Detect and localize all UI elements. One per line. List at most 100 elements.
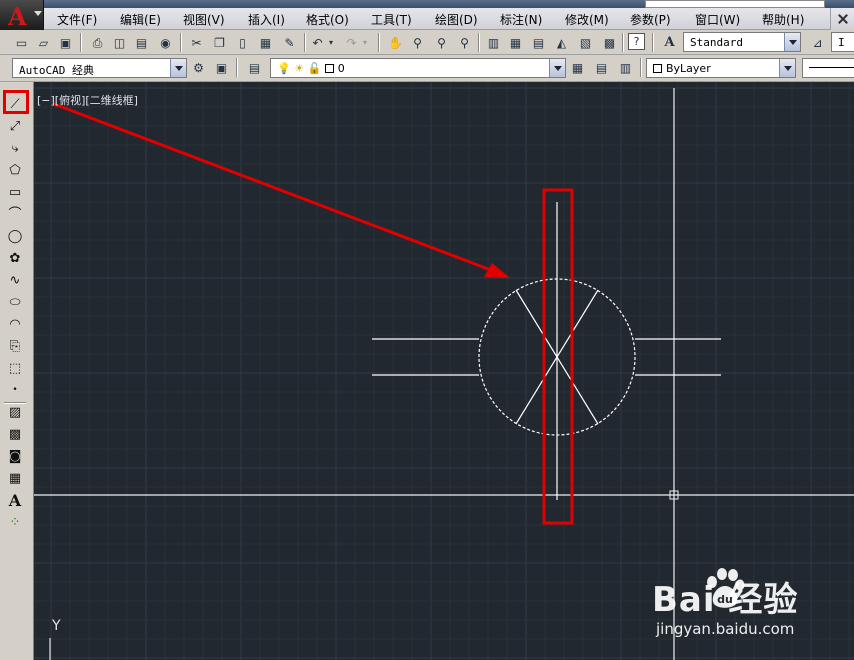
menu-tools[interactable]: 工具(T) bbox=[371, 11, 412, 28]
redo-icon[interactable]: ↷ bbox=[342, 33, 361, 52]
layer-state-icon[interactable]: ▥ bbox=[616, 58, 635, 77]
cut-icon[interactable]: ✂ bbox=[187, 33, 206, 52]
new-file-icon[interactable]: ▭ bbox=[12, 33, 31, 52]
layer-freeze-icon: ☀ bbox=[294, 62, 305, 75]
arc-icon[interactable]: ⌒ bbox=[5, 204, 25, 224]
rectangle-icon[interactable]: ▭ bbox=[5, 182, 25, 202]
point-icon[interactable]: • bbox=[5, 380, 25, 400]
text-style-select[interactable]: Standard bbox=[683, 32, 801, 52]
workspace-value: AutoCAD 经典 bbox=[19, 64, 94, 77]
menu-help[interactable]: 帮助(H) bbox=[762, 11, 804, 28]
menu-draw[interactable]: 绘图(D) bbox=[435, 11, 478, 28]
layer-properties-icon[interactable]: ▤ bbox=[245, 58, 264, 77]
circle-icon[interactable]: ◯ bbox=[5, 226, 25, 246]
menu-dimension[interactable]: 标注(N) bbox=[500, 11, 542, 28]
print-preview-icon[interactable]: ◫ bbox=[110, 33, 129, 52]
chevron-down-icon[interactable] bbox=[170, 59, 186, 77]
region-icon[interactable]: ◙ bbox=[5, 446, 25, 466]
polygon-icon[interactable]: ⬠ bbox=[5, 160, 25, 180]
zoom-previous-icon[interactable]: ⚲ bbox=[455, 33, 474, 52]
paste-icon[interactable]: ▯ bbox=[233, 33, 252, 52]
toolbar-separator bbox=[640, 58, 642, 77]
color-swatch bbox=[653, 64, 662, 73]
drawn-symbol[interactable] bbox=[372, 202, 721, 500]
search-input[interactable] bbox=[645, 0, 825, 8]
design-center-icon[interactable]: ▦ bbox=[506, 33, 525, 52]
chevron-down-icon[interactable] bbox=[784, 33, 800, 51]
copy-icon[interactable]: ❐ bbox=[210, 33, 229, 52]
toolbar-separator bbox=[236, 58, 238, 77]
zoom-window-icon[interactable]: ⚲ bbox=[432, 33, 451, 52]
revision-cloud-icon[interactable]: ✿ bbox=[5, 248, 25, 268]
menu-bar: 文件(F) 编辑(E) 视图(V) 插入(I) 格式(O) 工具(T) 绘图(D… bbox=[0, 8, 854, 30]
workspace-save-icon[interactable]: ▣ bbox=[212, 58, 231, 77]
autocad-logo-icon: A bbox=[8, 2, 27, 31]
multiline-text-icon[interactable]: A bbox=[5, 490, 25, 510]
print-icon[interactable]: ⎙ bbox=[88, 33, 107, 52]
make-block-icon[interactable]: ⬚ bbox=[5, 358, 25, 378]
construction-line-icon[interactable]: ⤢ bbox=[5, 116, 25, 136]
match-properties-icon[interactable]: ▦ bbox=[256, 33, 275, 52]
current-layer-value: 0 bbox=[337, 62, 345, 75]
table-icon[interactable]: ▦ bbox=[5, 468, 25, 488]
properties-icon[interactable]: ▥ bbox=[484, 33, 503, 52]
toolbar-separator bbox=[80, 33, 82, 52]
tool-palettes-icon[interactable]: ▤ bbox=[529, 33, 548, 52]
markup-icon[interactable]: ▧ bbox=[576, 33, 595, 52]
menu-modify[interactable]: 修改(M) bbox=[565, 11, 609, 28]
add-selected-icon[interactable]: ⁘ bbox=[5, 512, 25, 532]
sheet-set-icon[interactable]: ◭ bbox=[552, 33, 571, 52]
standard-toolbar: ▭ ▱ ▣ ⎙ ◫ ▤ ◉ ✂ ❐ ▯ ▦ ✎ ↶ ▾ ↷ ▾ ✋ ⚲ ⚲ ⚲ … bbox=[0, 30, 854, 55]
layer-on-icon: 💡 bbox=[277, 62, 291, 75]
pan-icon[interactable]: ✋ bbox=[386, 33, 405, 52]
layer-previous-icon[interactable]: ▤ bbox=[592, 58, 611, 77]
chevron-down-icon[interactable] bbox=[779, 59, 795, 77]
baidu-watermark: Bai 经验 du jingyan.baidu.com bbox=[652, 568, 852, 652]
menu-insert[interactable]: 插入(I) bbox=[248, 11, 285, 28]
menu-format[interactable]: 格式(O) bbox=[306, 11, 349, 28]
ellipse-arc-icon[interactable]: ◠ bbox=[5, 314, 25, 334]
menu-edit[interactable]: 编辑(E) bbox=[120, 11, 161, 28]
polyline-icon[interactable]: ⤷ bbox=[5, 138, 25, 158]
help-icon[interactable]: ? bbox=[628, 33, 645, 50]
calculator-icon[interactable]: ▩ bbox=[600, 33, 619, 52]
viewport-controls-label[interactable]: [−][俯视][二维线框] bbox=[37, 92, 138, 108]
undo-icon[interactable]: ↶ bbox=[308, 33, 327, 52]
menu-view[interactable]: 视图(V) bbox=[183, 11, 225, 28]
close-button[interactable] bbox=[830, 8, 854, 30]
publish-icon[interactable]: ▤ bbox=[132, 33, 151, 52]
gradient-icon[interactable]: ▩ bbox=[5, 424, 25, 444]
menu-file[interactable]: 文件(F) bbox=[57, 11, 97, 28]
color-select[interactable]: ByLayer bbox=[646, 58, 796, 78]
undo-dropdown-icon[interactable]: ▾ bbox=[326, 33, 336, 52]
hatch-icon[interactable]: ▨ bbox=[5, 402, 25, 422]
toolbar-separator bbox=[304, 33, 306, 52]
line-tool-highlight-box bbox=[3, 90, 29, 114]
save-icon[interactable]: ▣ bbox=[56, 33, 75, 52]
drawing-area[interactable]: [−][俯视][二维线框] Y Bai 经验 du jingyan.baidu.… bbox=[34, 82, 854, 660]
block-editor-icon[interactable]: ✎ bbox=[280, 33, 299, 52]
chevron-down-icon[interactable] bbox=[549, 59, 565, 77]
watermark-url: jingyan.baidu.com bbox=[656, 620, 795, 638]
linetype-select[interactable] bbox=[802, 58, 854, 78]
layer-lock-icon: 🔓 bbox=[307, 62, 322, 75]
workspace-select[interactable]: AutoCAD 经典 bbox=[12, 58, 187, 78]
toolbar-separator bbox=[622, 33, 624, 52]
insert-block-icon[interactable]: ⎘ bbox=[5, 336, 25, 356]
open-file-icon[interactable]: ▱ bbox=[34, 33, 53, 52]
3d-dwf-icon[interactable]: ◉ bbox=[156, 33, 175, 52]
toolbar-separator bbox=[478, 33, 480, 52]
menu-parametric[interactable]: 参数(P) bbox=[630, 11, 671, 28]
zoom-realtime-icon[interactable]: ⚲ bbox=[408, 33, 427, 52]
toolbar-separator bbox=[180, 33, 182, 52]
ellipse-icon[interactable]: ⬭ bbox=[5, 292, 25, 312]
redo-dropdown-icon[interactable]: ▾ bbox=[360, 33, 370, 52]
layer-select[interactable]: 💡 ☀ 🔓 0 bbox=[270, 58, 566, 78]
dimension-style-select[interactable]: I bbox=[831, 32, 854, 52]
workspace-settings-icon[interactable]: ⚙ bbox=[189, 58, 208, 77]
make-object-layer-current-icon[interactable]: ▦ bbox=[568, 58, 587, 77]
layer-color-swatch bbox=[324, 64, 334, 73]
application-menu-button[interactable]: A bbox=[0, 0, 44, 31]
spline-icon[interactable]: ∿ bbox=[5, 270, 25, 290]
menu-window[interactable]: 窗口(W) bbox=[695, 11, 740, 28]
